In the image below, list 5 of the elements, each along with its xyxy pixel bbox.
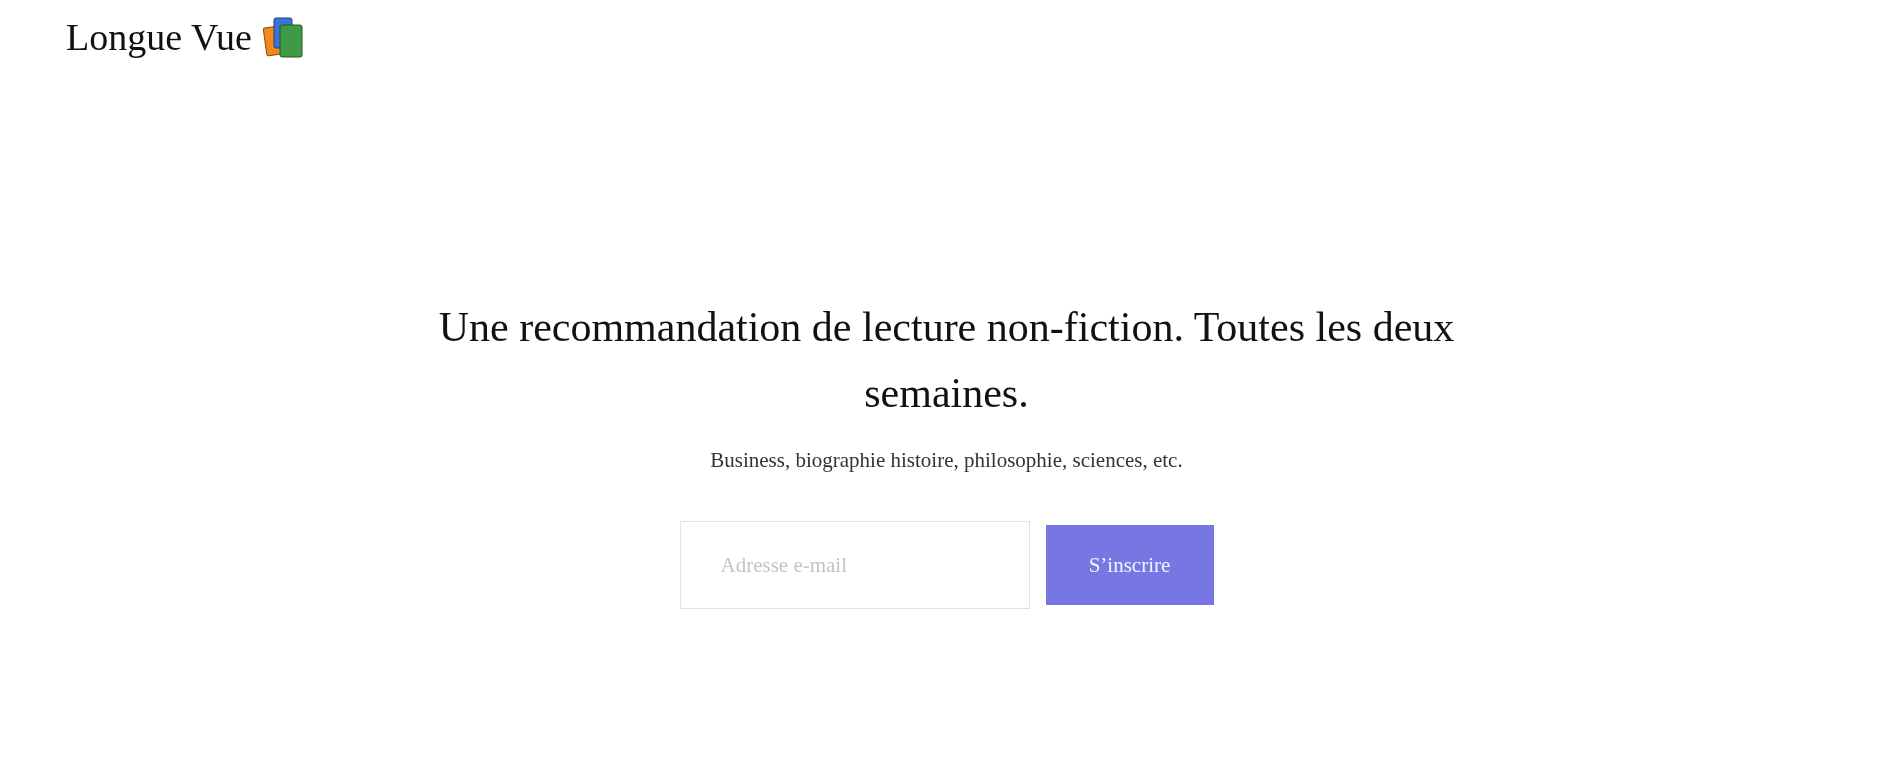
email-field[interactable]: Adresse e-mail <box>679 521 1030 609</box>
hero-heading: Une recommandation de lecture non-fiction. Toutes les deux semaines. <box>437 303 1456 418</box>
books-icon <box>261 15 306 59</box>
hero-subtitle: Business, biographie histoire, philosophie, sciences, etc. <box>710 448 1183 473</box>
site-logo[interactable]: Longue Vue <box>66 15 252 59</box>
